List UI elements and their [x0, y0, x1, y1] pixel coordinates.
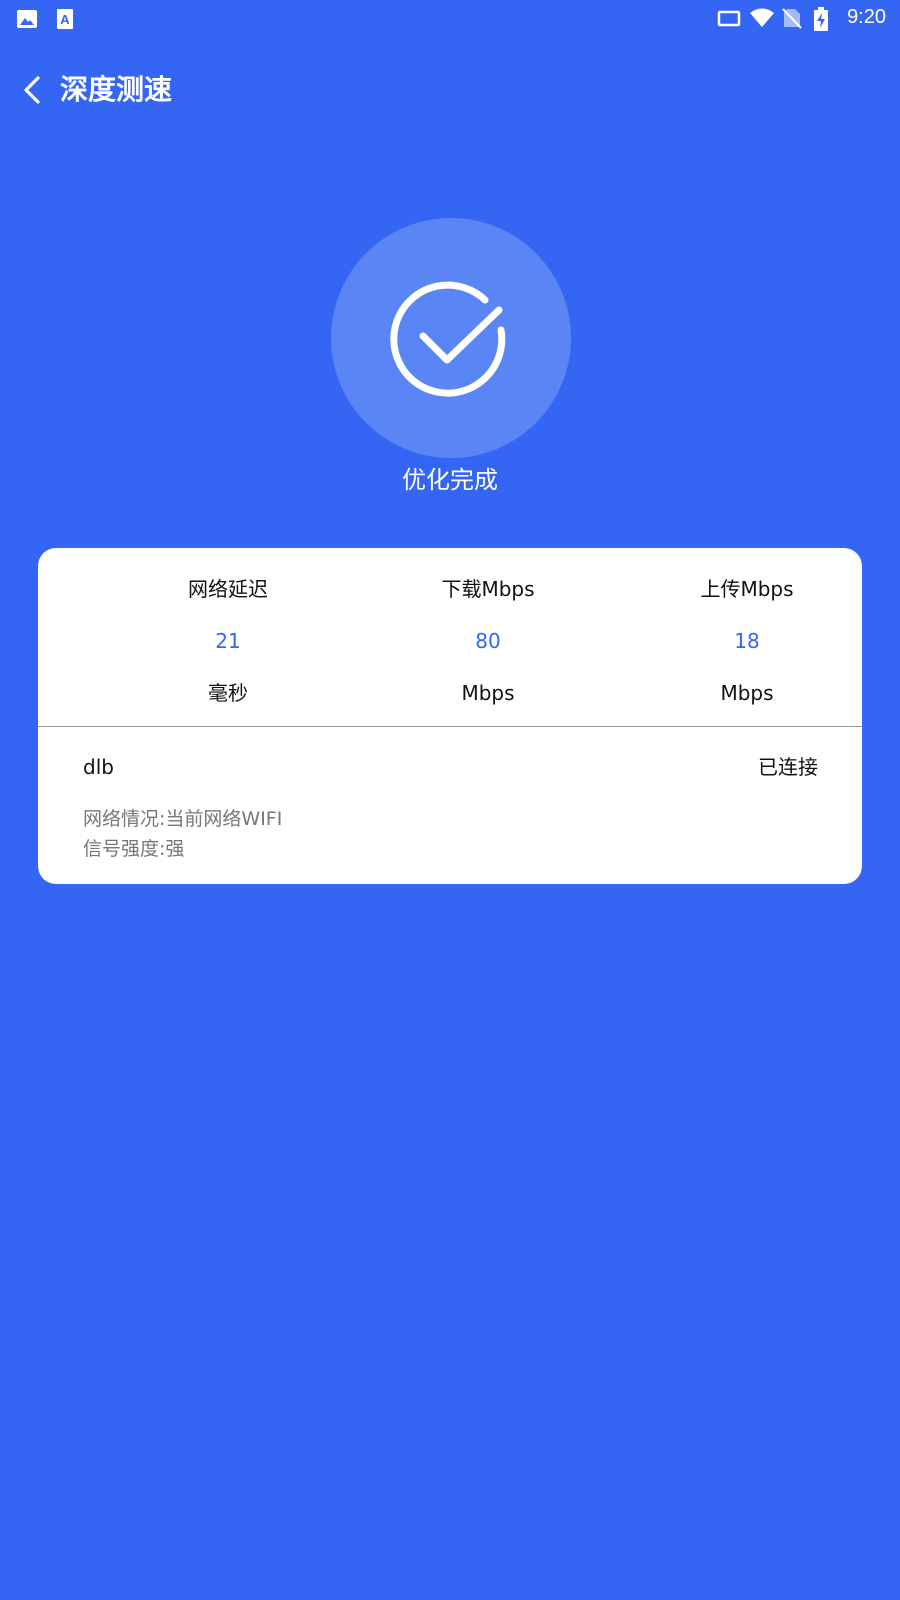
connection-status: 已连接: [758, 755, 818, 779]
check-circle-icon: [390, 281, 506, 397]
metric-unit: Mbps: [461, 681, 515, 705]
metric-latency: 网络延迟 21 毫秒: [98, 548, 358, 726]
metric-value: 21: [215, 629, 241, 653]
metric-label: 下载Mbps: [441, 577, 535, 601]
metrics-row: 网络延迟 21 毫秒 下载Mbps 80 Mbps 上传Mbps 18 Mbps: [38, 548, 862, 726]
back-button[interactable]: [18, 72, 48, 108]
optimization-status: 优化完成: [402, 466, 498, 494]
svg-text:A: A: [60, 12, 70, 27]
metric-label: 网络延迟: [188, 577, 268, 601]
metric-label: 上传Mbps: [700, 577, 794, 601]
status-time: 9:20: [847, 6, 886, 28]
metric-unit: Mbps: [720, 681, 774, 705]
cast-icon: [717, 7, 741, 29]
page-title: 深度测速: [60, 73, 173, 106]
network-type-info: 网络情况:当前网络WIFI: [83, 808, 283, 830]
metric-download: 下载Mbps 80 Mbps: [358, 548, 618, 726]
metric-upload: 上传Mbps 18 Mbps: [617, 548, 862, 726]
app-header: 深度测速: [0, 62, 900, 118]
network-name: dlb: [83, 755, 114, 779]
speed-result-card: 网络延迟 21 毫秒 下载Mbps 80 Mbps 上传Mbps 18 Mbps…: [38, 548, 862, 884]
status-bar: A 9:20: [0, 0, 900, 36]
metric-unit: 毫秒: [208, 681, 248, 705]
battery-charging-icon: [813, 6, 835, 31]
signal-strength-info: 信号强度:强: [83, 838, 185, 860]
gallery-icon: [16, 8, 38, 30]
result-circle: [331, 218, 571, 458]
wifi-icon: [749, 7, 775, 29]
text-a-icon: A: [54, 8, 76, 30]
no-sim-icon: [781, 7, 803, 29]
divider: [38, 726, 862, 727]
metric-value: 80: [475, 629, 501, 653]
chevron-left-icon: [24, 76, 40, 104]
metric-value: 18: [734, 629, 760, 653]
